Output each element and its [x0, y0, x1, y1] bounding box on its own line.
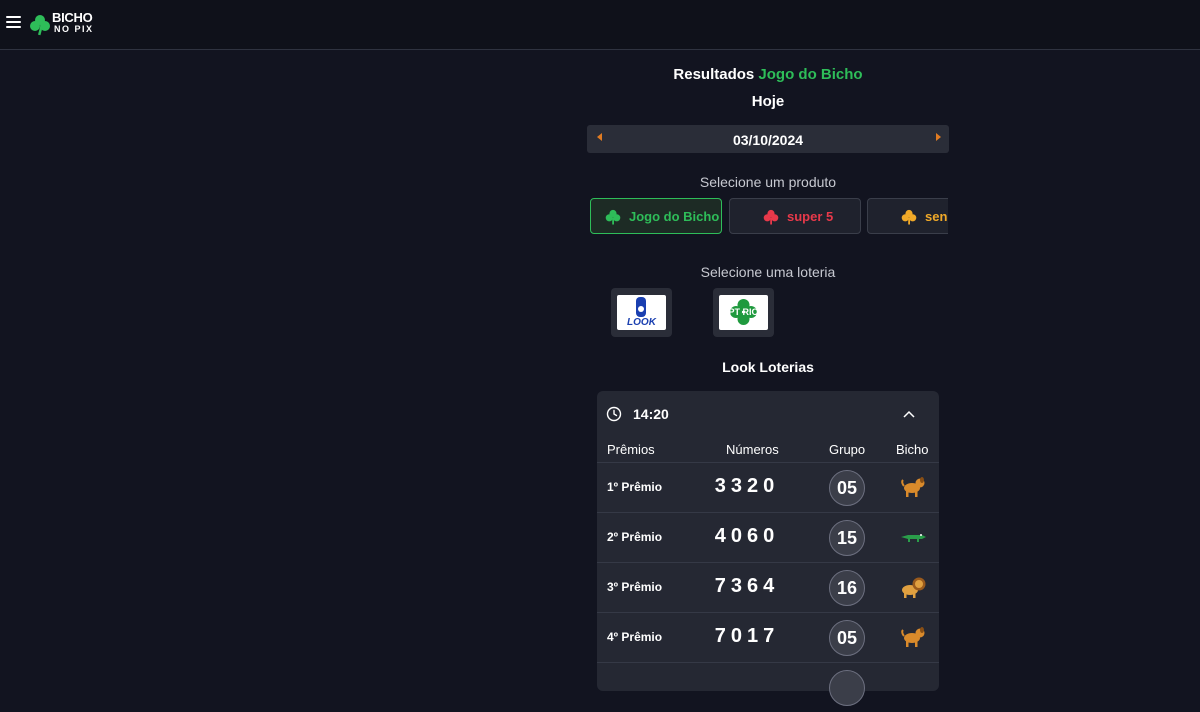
row-premio: 3º Prêmio	[607, 580, 663, 594]
column-bicho: Bicho	[896, 442, 929, 457]
row-numeros: 7017	[714, 625, 780, 647]
clover-logo-icon	[30, 15, 50, 36]
title-prefix: Resultados	[673, 66, 755, 83]
look-logo-text: LOOK	[627, 317, 656, 328]
logo-line1: BICHO	[52, 10, 93, 25]
logo[interactable]: BICHO NO PIX	[29, 10, 101, 38]
dog-icon	[901, 477, 925, 497]
date-selector: 03/10/2024	[587, 125, 949, 153]
table-row: 3º Prêmio 7364 16	[597, 562, 939, 612]
column-premios: Prêmios	[607, 442, 655, 457]
page-title: Resultados Jogo do Bicho	[586, 66, 950, 83]
clover-icon	[605, 209, 621, 225]
draw-time-header[interactable]: 14:20	[597, 391, 939, 436]
column-numeros: Números	[726, 442, 779, 457]
pt-rio-logo: PT RIO	[719, 295, 768, 330]
lion-icon	[902, 577, 926, 598]
row-grupo: 15	[829, 520, 865, 556]
chevron-up-icon[interactable]	[903, 410, 915, 418]
row-grupo: 16	[829, 570, 865, 606]
lottery-pt-rio-button[interactable]: PT RIO	[713, 288, 774, 337]
next-date-arrow-icon[interactable]	[936, 133, 941, 141]
table-row: 2º Prêmio 4060 15	[597, 512, 939, 562]
top-bar: BICHO NO PIX	[0, 0, 1200, 50]
column-grupo: Grupo	[829, 442, 866, 457]
product-label: Jogo do Bicho	[629, 209, 720, 224]
product-label: super 5	[787, 209, 834, 224]
row-premio: 2º Prêmio	[607, 530, 663, 544]
selected-date: 03/10/2024	[732, 132, 804, 148]
page-subtitle: Hoje	[751, 93, 785, 110]
main-content: Resultados Jogo do Bicho Hoje 03/10/2024…	[586, 50, 950, 706]
look-logo: LOOK	[617, 295, 666, 330]
row-grupo: 05	[829, 620, 865, 656]
results-card: 14:20 Prêmios Números Grupo Bicho 1º Prê…	[597, 391, 939, 706]
table-row: 4º Prêmio 7017 05	[597, 612, 939, 662]
product-jogo-do-bicho[interactable]: Jogo do Bicho	[590, 198, 722, 234]
clover-icon	[901, 209, 917, 225]
lottery-name: Look Loterias	[722, 359, 814, 375]
product-super-5[interactable]: super 5	[729, 198, 861, 234]
title-accent: Jogo do Bicho	[758, 66, 863, 83]
table-row	[597, 662, 939, 712]
row-premio: 1º Prêmio	[607, 480, 663, 494]
hamburger-menu-icon[interactable]	[6, 16, 21, 30]
product-section-label: Selecione um produto	[699, 174, 837, 190]
row-numeros: 7364	[714, 575, 780, 597]
lottery-section-label: Selecione uma loteria	[700, 264, 836, 280]
row-grupo	[829, 670, 865, 706]
logo-line2: NO PIX	[54, 24, 94, 34]
clock-icon	[606, 406, 622, 422]
clover-icon	[763, 209, 779, 225]
logo-text: BICHO NO PIX	[52, 10, 94, 35]
draw-time: 14:20	[633, 406, 669, 422]
alligator-icon	[901, 534, 926, 542]
table-row: 1º Prêmio 3320 05	[597, 462, 939, 512]
row-numeros: 3320	[714, 475, 780, 497]
pt-rio-logo-text: PT RIO	[728, 307, 759, 317]
row-premio: 4º Prêmio	[607, 630, 663, 644]
row-grupo: 05	[829, 470, 865, 506]
product-list: Jogo do Bicho super 5 seni	[590, 198, 948, 235]
lottery-look-button[interactable]: LOOK	[611, 288, 672, 337]
product-seni[interactable]: seni	[867, 198, 948, 234]
row-numeros: 4060	[714, 525, 780, 547]
dog-icon	[901, 627, 925, 647]
product-label: seni	[925, 209, 948, 224]
